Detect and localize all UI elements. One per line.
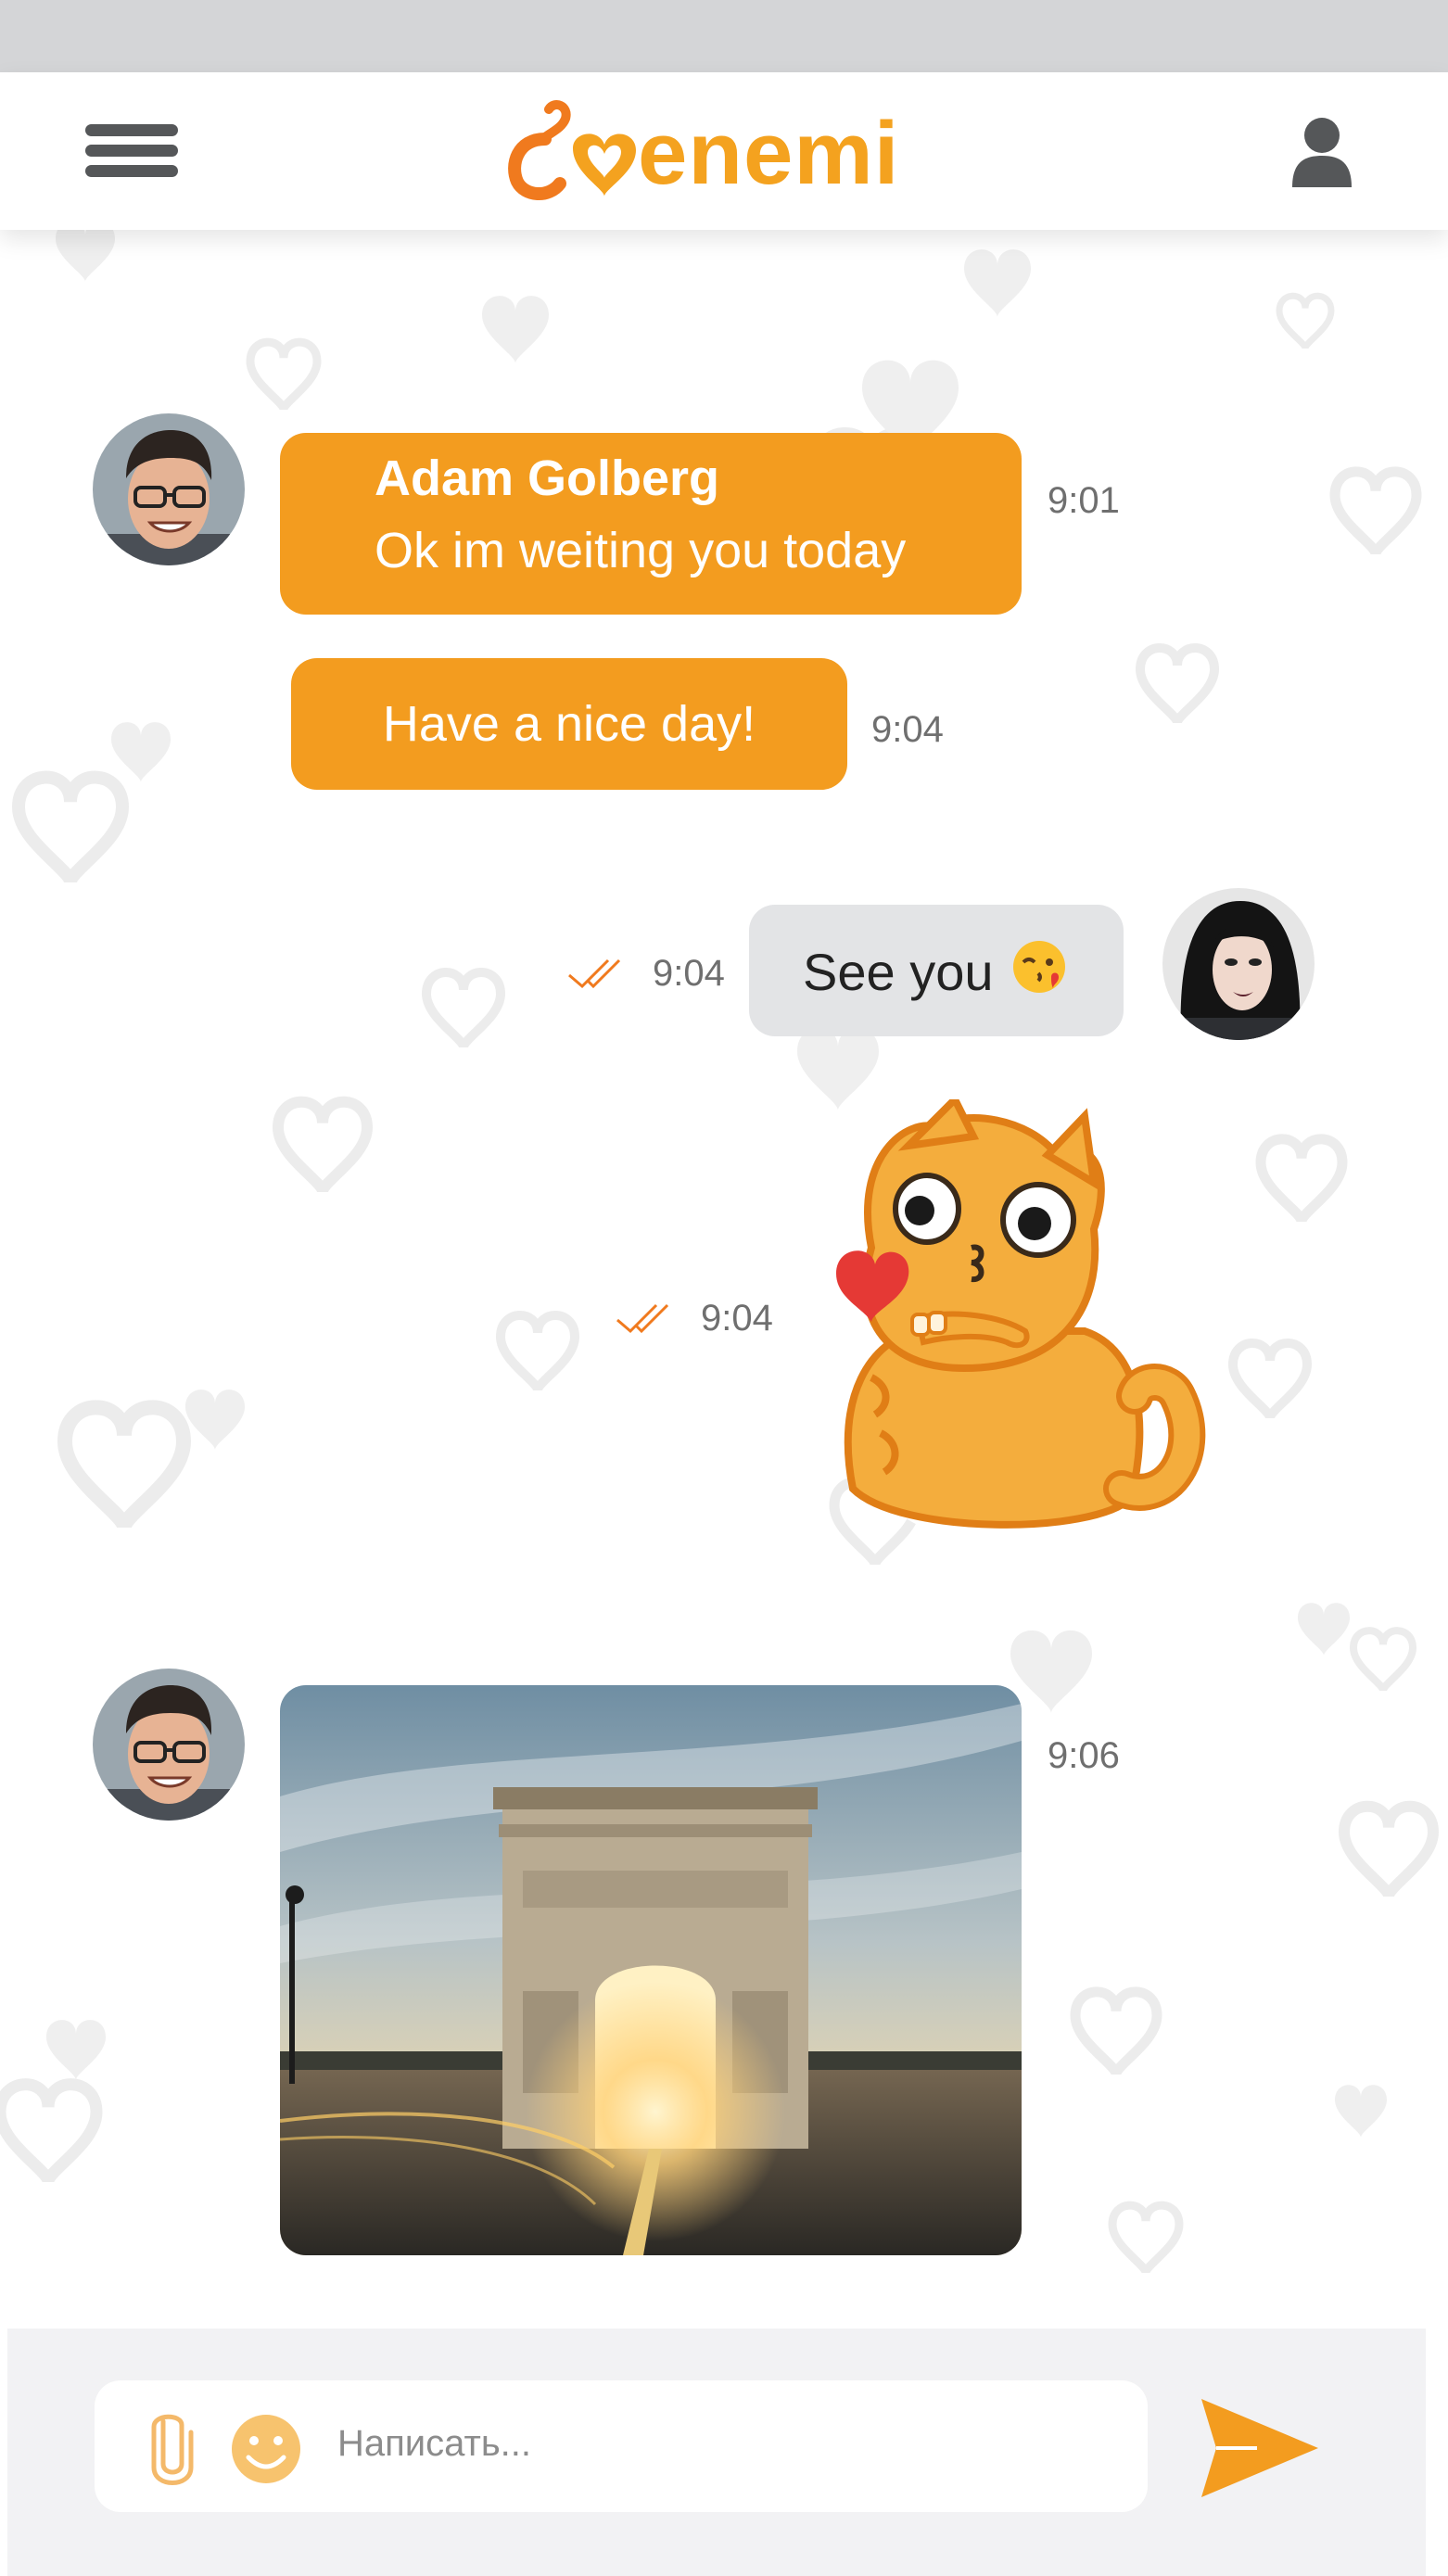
- user-icon[interactable]: [1287, 117, 1357, 187]
- read-checkmarks-icon: [568, 958, 621, 989]
- arc-de-triomphe-photo[interactable]: [280, 1685, 1022, 2255]
- sender-name: Adam Golberg: [375, 450, 720, 506]
- logo-text: enemi: [638, 104, 900, 203]
- read-checkmarks-icon: [616, 1303, 669, 1334]
- message-text: Have a nice day!: [382, 696, 756, 752]
- logo-mark-icon: [508, 100, 636, 200]
- message-time: 9:04: [653, 953, 725, 994]
- app-logo: enemi: [508, 100, 934, 204]
- avatar-user[interactable]: [1162, 888, 1315, 1040]
- message-text: See you: [803, 943, 994, 1001]
- message-bubble[interactable]: Have a nice day!: [291, 658, 847, 790]
- kiss-emoji-icon: [1010, 938, 1068, 996]
- smiley-icon[interactable]: [228, 2411, 304, 2487]
- avatar-adam[interactable]: [93, 413, 245, 565]
- status-bar: [0, 0, 1448, 72]
- message-text: Ok im weiting you today: [375, 523, 907, 578]
- message-time: 9:06: [1048, 1735, 1120, 1776]
- app-header: enemi: [0, 72, 1448, 230]
- message-input-placeholder[interactable]: Написать...: [337, 2423, 531, 2465]
- message-time: 9:01: [1048, 480, 1120, 521]
- send-arrow-icon[interactable]: [1201, 2399, 1318, 2497]
- avatar-adam[interactable]: [93, 1669, 245, 1821]
- cat-kiss-sticker[interactable]: [816, 1093, 1224, 1554]
- message-time: 9:04: [871, 709, 944, 750]
- message-bubble[interactable]: Adam Golberg Ok im weiting you today: [280, 433, 1022, 615]
- hamburger-menu-icon[interactable]: [85, 117, 182, 184]
- message-time: 9:04: [701, 1298, 773, 1339]
- paperclip-icon[interactable]: [146, 2410, 198, 2486]
- message-bubble[interactable]: See you: [749, 905, 1124, 1036]
